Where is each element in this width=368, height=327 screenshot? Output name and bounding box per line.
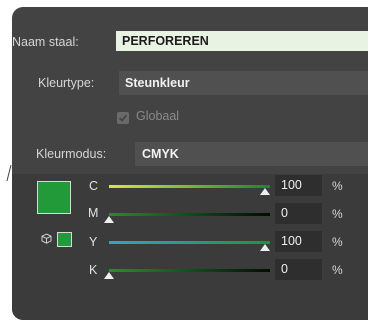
kleurmodus-dropdown[interactable]: CMYK: [135, 142, 368, 166]
kleurtype-dropdown[interactable]: Steunkleur: [119, 71, 368, 95]
callout-line: [6, 165, 12, 181]
name-label: Naam staal:: [12, 35, 79, 49]
channel-c-value-input[interactable]: 100: [275, 175, 322, 196]
channel-m-label: M: [88, 206, 99, 220]
channel-m-slider[interactable]: [109, 213, 270, 216]
kleurmodus-label: Kleurmodus:: [36, 147, 107, 161]
global-label: Globaal: [136, 109, 180, 123]
channel-y-percent: %: [332, 235, 343, 249]
channel-k-slider-thumb[interactable]: [104, 272, 114, 279]
channel-k-label: K: [89, 263, 98, 277]
channel-y-slider[interactable]: [109, 241, 270, 244]
channel-m-value-input[interactable]: 0: [275, 203, 322, 224]
swatch-options-dialog: Naam staal: Kleurtype: Steunkleur Globaa…: [12, 7, 368, 320]
channel-c-label: C: [89, 179, 99, 193]
channel-k-value-input[interactable]: 0: [275, 259, 322, 280]
kleurmodus-value: CMYK: [142, 147, 179, 161]
color-preview-swatch: [37, 181, 71, 214]
channel-m-percent: %: [332, 207, 343, 221]
kleurtype-label: Kleurtype:: [38, 76, 95, 90]
channel-c-percent: %: [332, 179, 343, 193]
channel-y-value-input[interactable]: 100: [275, 231, 322, 252]
channel-k-percent: %: [332, 263, 343, 277]
global-checkbox[interactable]: [117, 112, 129, 124]
channel-c-slider-thumb[interactable]: [260, 188, 270, 195]
channel-y-slider-thumb[interactable]: [260, 244, 270, 251]
channel-y-label: Y: [89, 235, 98, 249]
gamut-correction-swatch[interactable]: [57, 232, 72, 247]
channel-k-slider[interactable]: [109, 269, 270, 272]
kleurtype-value: Steunkleur: [125, 76, 190, 90]
checkbox-check-icon: [118, 114, 128, 122]
out-of-gamut-cube-icon[interactable]: [41, 233, 52, 244]
channel-m-slider-thumb[interactable]: [104, 216, 114, 223]
channel-c-slider[interactable]: [109, 185, 270, 188]
swatch-name-input[interactable]: [116, 31, 368, 51]
